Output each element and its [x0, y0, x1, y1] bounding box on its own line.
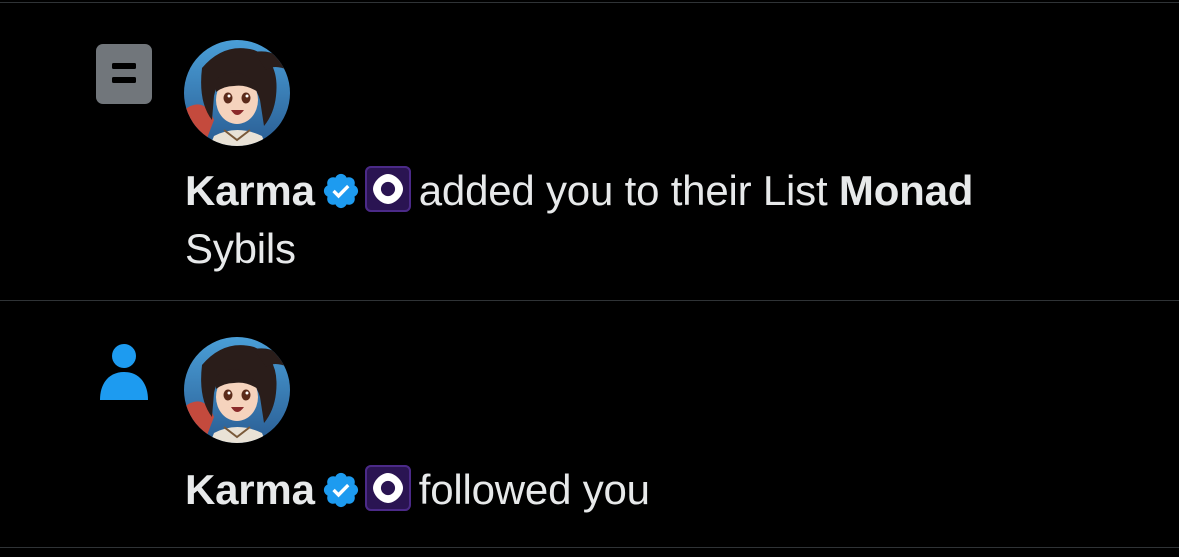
- action-text: added you to their List: [418, 167, 828, 214]
- list-name-continued: Sybils: [185, 221, 1085, 277]
- list-icon: [96, 44, 152, 104]
- notification-text: Karma followed you: [185, 462, 1085, 518]
- verified-badge-icon: [321, 468, 361, 508]
- person-icon: [98, 342, 154, 402]
- list-name[interactable]: Monad: [839, 167, 974, 214]
- list-name-line2[interactable]: Sybils: [185, 225, 296, 272]
- divider-bottom: [0, 547, 1179, 548]
- notification-followed[interactable]: Karma followed you: [0, 301, 1179, 547]
- user-avatar[interactable]: [184, 337, 290, 443]
- user-avatar[interactable]: [184, 40, 290, 146]
- notification-list-added[interactable]: Karma added you to their List Monad Sybil…: [0, 3, 1179, 300]
- notification-text: Karma added you to their List Monad: [185, 163, 1085, 219]
- verified-badge-icon: [321, 169, 361, 209]
- user-name[interactable]: Karma: [185, 466, 315, 513]
- user-name[interactable]: Karma: [185, 167, 315, 214]
- action-text: followed you: [418, 466, 650, 513]
- monad-affiliate-icon[interactable]: [364, 166, 411, 212]
- monad-affiliate-icon[interactable]: [364, 465, 411, 511]
